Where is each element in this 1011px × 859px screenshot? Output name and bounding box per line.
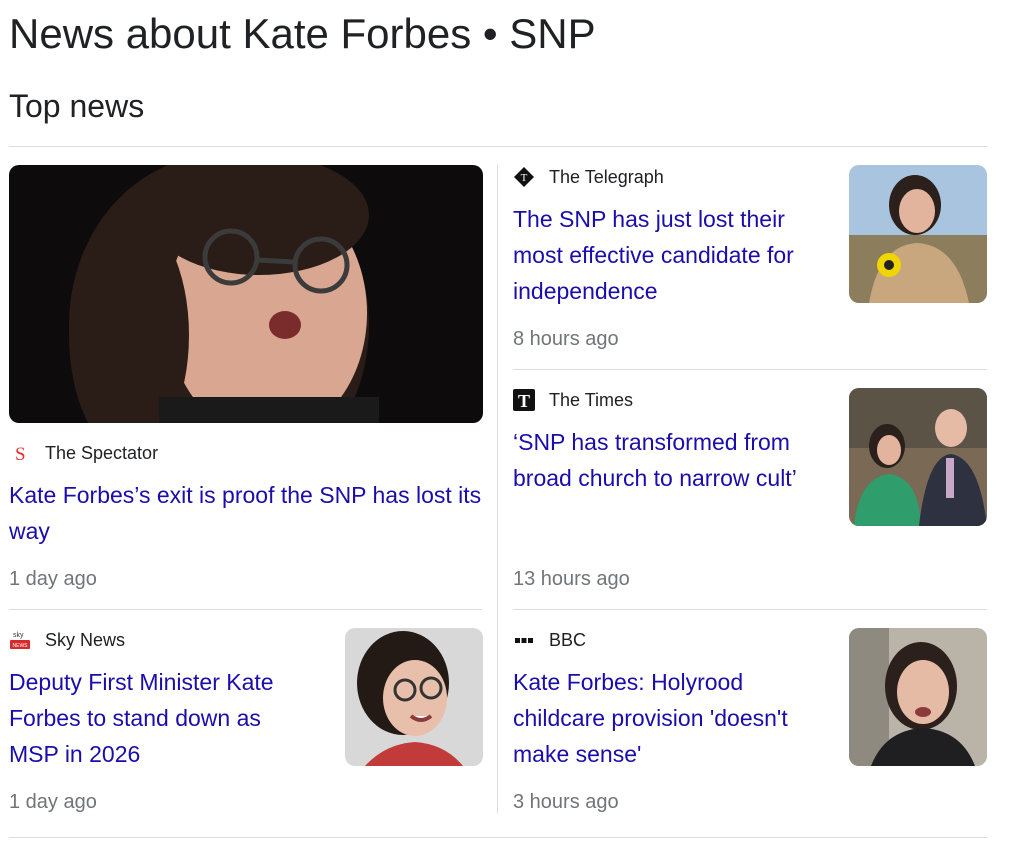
article-timestamp-sky-news: 1 day ago <box>9 791 97 813</box>
article-source-spectator: S The Spectator <box>9 442 158 464</box>
article-timestamp-telegraph: 8 hours ago <box>513 328 619 350</box>
page-heading: News about Kate Forbes • SNP <box>9 10 596 57</box>
article-headline-bbc[interactable]: Kate Forbes: Holyrood childcare provisio… <box>513 664 828 772</box>
svg-text:T: T <box>521 172 528 184</box>
svg-text:S: S <box>15 444 26 463</box>
divider-right-1 <box>513 369 987 370</box>
article-timestamp-spectator: 1 day ago <box>9 568 97 590</box>
section-title: Top news <box>9 88 145 124</box>
source-name: The Telegraph <box>549 166 664 187</box>
divider-right-2 <box>513 609 987 610</box>
bbc-dots-logo-icon <box>513 629 535 651</box>
bottom-divider <box>9 837 987 838</box>
source-name: BBC <box>549 629 587 650</box>
source-name: The Times <box>549 389 634 410</box>
top-divider <box>9 146 987 147</box>
article-headline-sky-news[interactable]: Deputy First Minister Kate Forbes to sta… <box>9 664 309 772</box>
times-t-logo-icon: T <box>513 389 535 411</box>
article-headline-times[interactable]: ‘SNP has transformed from broad church t… <box>513 424 828 496</box>
source-name: Sky News <box>45 629 126 650</box>
article-thumbnail-telegraph[interactable] <box>849 165 987 303</box>
article-timestamp-times: 13 hours ago <box>513 568 630 590</box>
source-name: The Spectator <box>45 442 159 463</box>
article-thumbnail-times[interactable] <box>849 388 987 526</box>
svg-text:T: T <box>518 391 530 411</box>
article-source-telegraph: T The Telegraph <box>513 166 664 188</box>
telegraph-diamond-logo-icon: T <box>513 166 535 188</box>
article-source-times: T The Times <box>513 389 633 411</box>
article-timestamp-bbc: 3 hours ago <box>513 791 619 813</box>
svg-text:NEWS: NEWS <box>13 643 29 649</box>
svg-text:sky: sky <box>13 632 24 639</box>
article-thumbnail-spectator[interactable] <box>9 165 483 423</box>
article-thumbnail-sky-news[interactable] <box>345 628 483 766</box>
column-divider <box>497 165 498 813</box>
article-source-sky-news: sky NEWS Sky News <box>9 629 125 651</box>
sky-news-logo-icon: sky NEWS <box>9 629 31 651</box>
divider-left <box>9 609 482 610</box>
spectator-s-logo-icon: S <box>9 442 31 464</box>
article-thumbnail-bbc[interactable] <box>849 628 987 766</box>
article-headline-telegraph[interactable]: The SNP has just lost their most effecti… <box>513 201 828 309</box>
article-source-bbc: BBC <box>513 629 586 651</box>
article-headline-spectator[interactable]: Kate Forbes’s exit is proof the SNP has … <box>9 477 489 549</box>
